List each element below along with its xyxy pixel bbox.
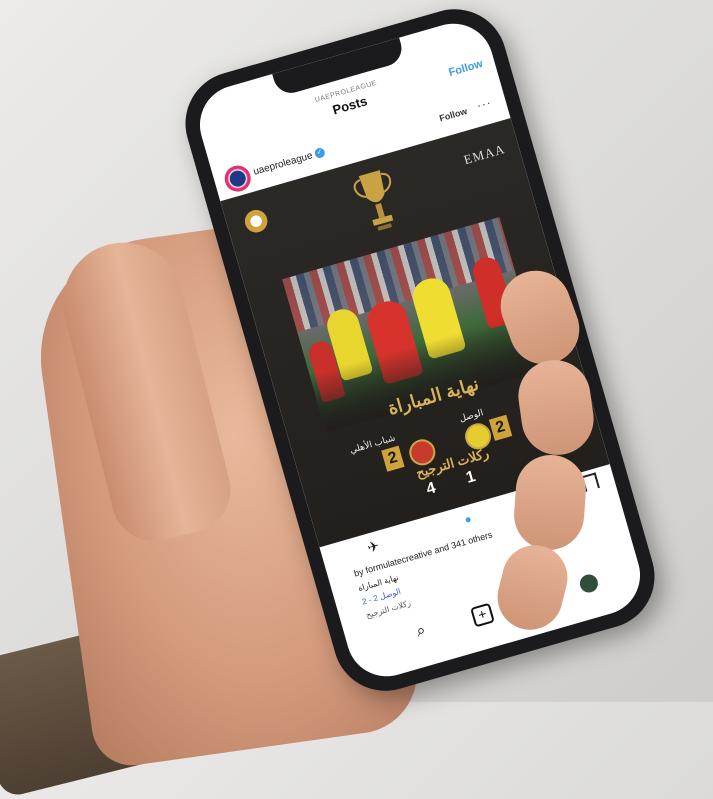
- sponsor-logo: EMAA: [461, 141, 507, 168]
- team-right-score: 2: [488, 414, 513, 441]
- avatar[interactable]: [221, 162, 254, 195]
- username[interactable]: uaeproleague: [252, 150, 314, 177]
- team-left-score: 2: [381, 445, 405, 472]
- send-icon[interactable]: ✈: [365, 537, 381, 557]
- penalties-right: 1: [464, 464, 491, 487]
- carousel-dot: [465, 516, 472, 523]
- add-icon[interactable]: +: [470, 602, 495, 628]
- verified-icon: ✓: [313, 146, 326, 160]
- search-icon[interactable]: ⌕: [414, 622, 428, 642]
- more-icon[interactable]: ···: [475, 95, 493, 113]
- photo-scene: UAEPROLEAGUE Posts Follow uaeproleague ✓…: [0, 0, 713, 799]
- follow-button[interactable]: Follow: [438, 106, 468, 123]
- penalties-left: 4: [424, 475, 452, 499]
- profile-icon[interactable]: [577, 572, 601, 595]
- team-right-name: الوصل: [458, 407, 485, 424]
- league-logo: [240, 205, 273, 238]
- trophy-icon: [353, 170, 394, 231]
